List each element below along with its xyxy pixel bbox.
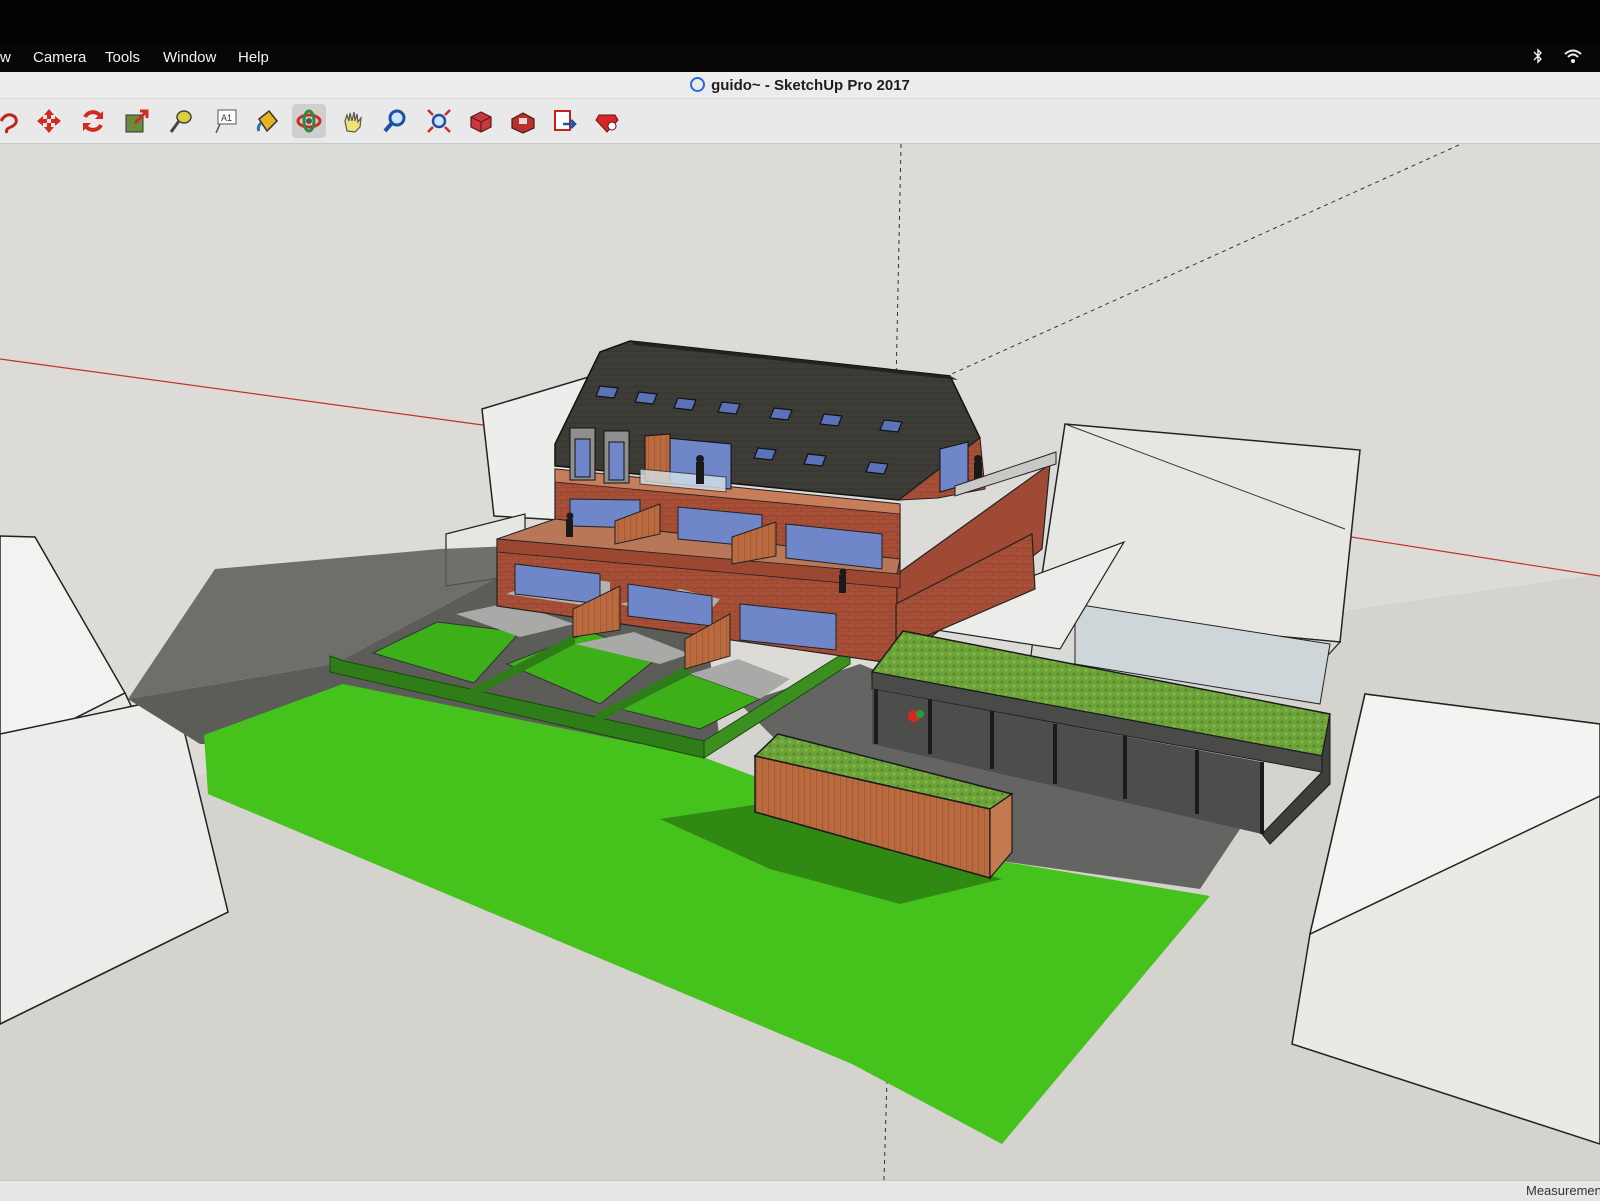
tape-measure-icon[interactable]	[164, 104, 198, 138]
menu-tools[interactable]: Tools	[105, 49, 140, 66]
menu-help[interactable]: Help	[238, 49, 269, 66]
layout-send-icon[interactable]	[548, 104, 582, 138]
menu-bar: w Camera Tools Window Help	[0, 46, 1600, 72]
scale-icon[interactable]	[120, 104, 154, 138]
move-icon[interactable]	[32, 104, 66, 138]
pan-icon[interactable]	[336, 104, 370, 138]
paint-bucket-icon[interactable]	[250, 104, 284, 138]
menu-window[interactable]: Window	[163, 49, 216, 66]
screen-bezel	[0, 0, 1600, 46]
zoom-extents-icon[interactable]	[422, 104, 456, 138]
lasso-select-icon[interactable]	[0, 104, 28, 138]
window-title: guido~ - SketchUp Pro 2017	[711, 77, 910, 94]
text-icon[interactable]: A1	[208, 104, 242, 138]
extension-manager-icon[interactable]	[590, 104, 624, 138]
zoom-icon[interactable]	[378, 104, 412, 138]
menu-view[interactable]: w	[0, 49, 11, 66]
3d-warehouse-icon[interactable]	[464, 104, 498, 138]
text-tool-label: A1	[221, 113, 232, 123]
rotate-icon[interactable]	[76, 104, 110, 138]
bluetooth-icon[interactable]	[1533, 48, 1543, 68]
measurements-label: Measurements	[1526, 1183, 1600, 1198]
large-tool-set-toolbar: A1	[0, 99, 1600, 144]
window-title-bar: guido~ - SketchUp Pro 2017	[0, 72, 1600, 99]
status-bar: Measurements	[0, 1180, 1600, 1201]
extension-warehouse-icon[interactable]	[506, 104, 540, 138]
orbit-icon[interactable]	[292, 104, 326, 138]
menu-camera[interactable]: Camera	[33, 49, 86, 66]
3d-modeling-viewport[interactable]	[0, 144, 1600, 1180]
wifi-icon[interactable]	[1564, 48, 1582, 68]
scene-canvas[interactable]	[0, 144, 1600, 1180]
sketchup-document-icon	[690, 77, 706, 92]
